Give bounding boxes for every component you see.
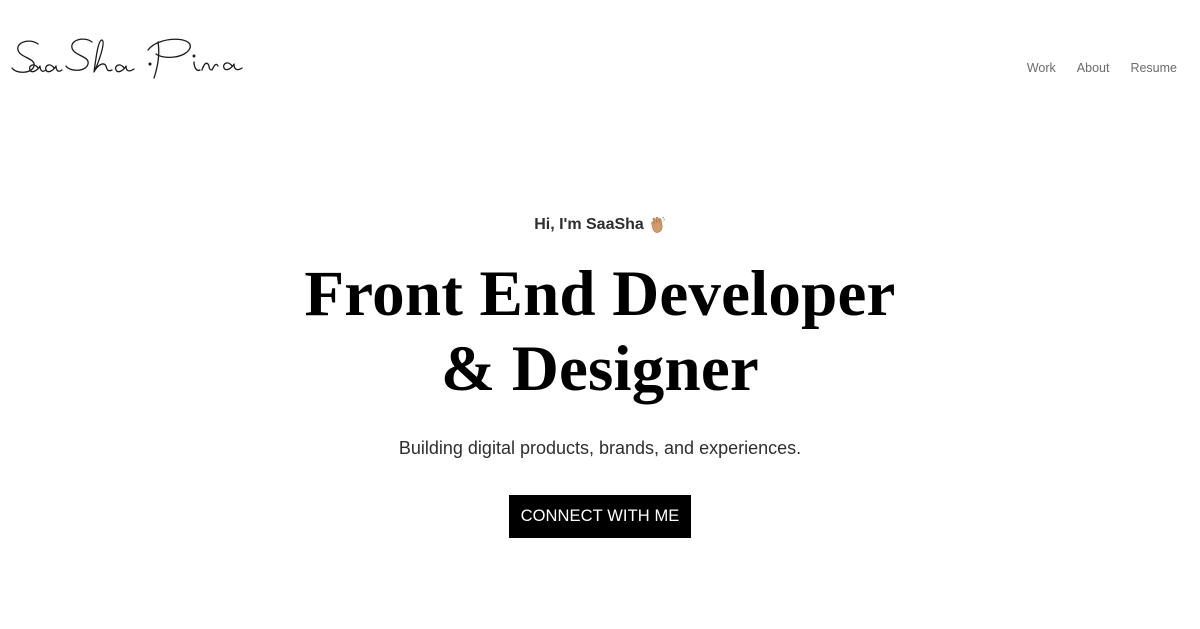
nav-link-about[interactable]: About bbox=[1077, 60, 1110, 76]
signature-logo-icon bbox=[11, 38, 243, 79]
hero-section: Hi, I'm SaaSha Front End Developer & Des… bbox=[0, 214, 1200, 538]
waving-hand-icon bbox=[648, 216, 666, 234]
nav-link-work[interactable]: Work bbox=[1027, 60, 1056, 76]
main-nav: Work About Resume bbox=[1027, 60, 1177, 76]
greeting-text: Hi, I'm SaaSha bbox=[534, 216, 644, 233]
connect-button[interactable]: CONNECT WITH ME bbox=[508, 495, 692, 538]
site-header: Work About Resume bbox=[0, 0, 1200, 110]
logo-signature[interactable] bbox=[8, 28, 244, 86]
greeting: Hi, I'm SaaSha bbox=[534, 214, 666, 236]
headline-line-2: & Designer bbox=[441, 333, 759, 405]
headline-line-1: Front End Developer bbox=[304, 258, 896, 330]
nav-link-resume[interactable]: Resume bbox=[1130, 60, 1177, 76]
hero-headline: Front End Developer & Designer bbox=[0, 257, 1200, 407]
hero-subtitle: Building digital products, brands, and e… bbox=[398, 438, 802, 458]
